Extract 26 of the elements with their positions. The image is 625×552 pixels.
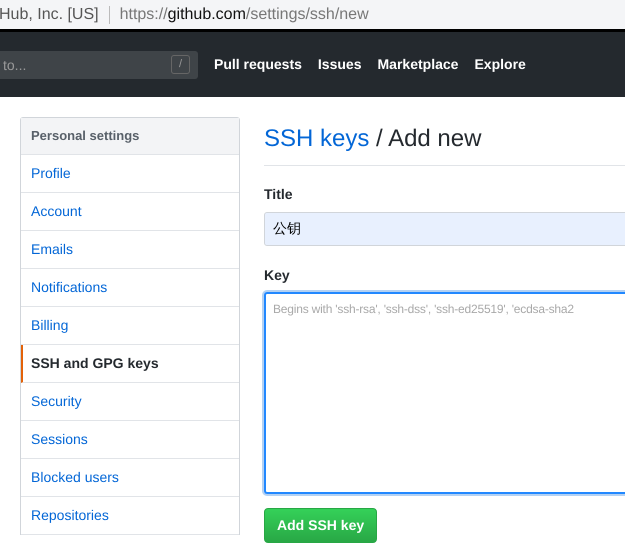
url-text: https://github.com/settings/ssh/new xyxy=(120,4,369,24)
field-label: Title xyxy=(264,185,293,204)
sidebar-item[interactable]: Emails xyxy=(21,231,239,269)
sidebar-item[interactable]: Account xyxy=(21,193,239,231)
nav-link[interactable]: Marketplace xyxy=(378,54,458,75)
sidebar-item[interactable]: SSH and GPG keys xyxy=(21,345,239,383)
breadcrumb-link[interactable]: SSH keys xyxy=(264,125,370,152)
sidebar-item[interactable]: Billing xyxy=(21,307,239,345)
address-bar[interactable]: Hub, Inc. [US] https://github.com/settings/ssh/new xyxy=(0,0,625,29)
sidebar-item[interactable]: Notifications xyxy=(21,269,239,307)
shortcut-key: / xyxy=(171,54,190,74)
nav-link[interactable]: Explore xyxy=(474,54,526,75)
field-label: Key xyxy=(264,266,290,285)
sidebar-item[interactable]: Blocked users xyxy=(21,459,239,497)
sidebar-item[interactable]: Repositories xyxy=(21,497,239,535)
breadcrumb-separator: / xyxy=(376,125,383,152)
sidebar-heading: Personal settings xyxy=(21,118,239,155)
page-heading: Add new xyxy=(388,125,482,152)
sidebar-item[interactable]: Sessions xyxy=(21,421,239,459)
site-identity: Hub, Inc. [US] xyxy=(0,4,99,24)
key-textarea[interactable]: Begins with 'ssh-rsa', 'ssh-dss', 'ssh-ed25519', 'ecdsa-sha2 xyxy=(264,292,625,494)
sidebar-item[interactable]: Security xyxy=(21,383,239,421)
nav-link[interactable]: Pull requests xyxy=(214,54,302,75)
nav-link[interactable]: Issues xyxy=(318,54,362,75)
title-input[interactable]: 公钥 xyxy=(264,212,625,246)
sidebar-item[interactable]: Profile xyxy=(21,155,239,193)
